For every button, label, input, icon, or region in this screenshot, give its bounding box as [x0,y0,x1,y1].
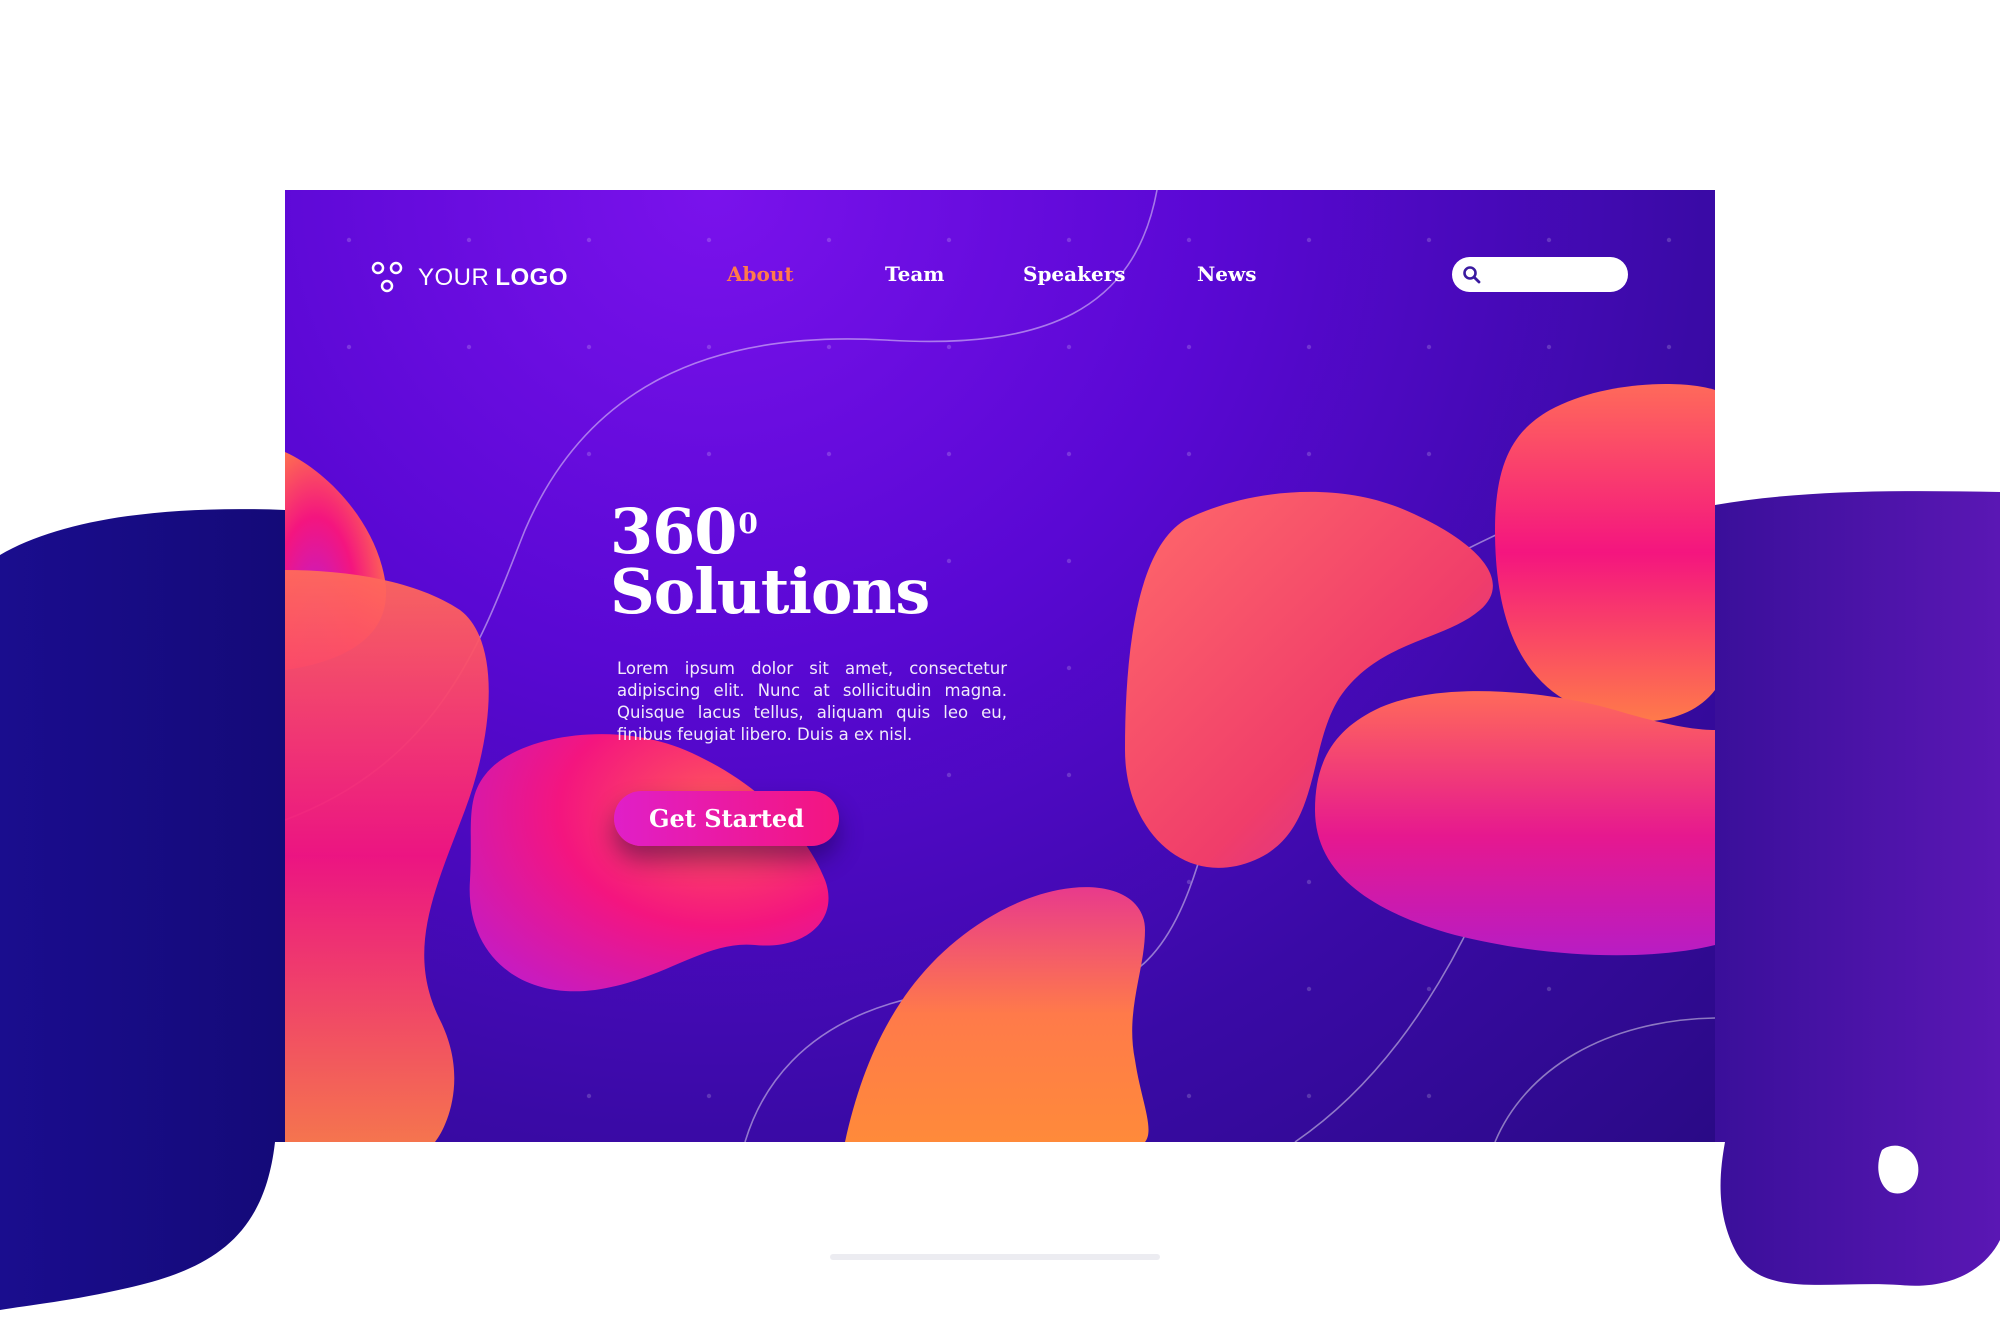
blob-bottom-center [845,887,1149,1142]
left-side-shape [0,509,285,1310]
hero-title-superscript: 0 [738,507,758,540]
right-side-shape [1715,491,2000,1286]
blob-right-bottom [1315,691,1715,956]
blob-center-left [469,734,829,992]
watermark-mark [830,1254,1160,1260]
nav-item-about[interactable]: About [727,262,794,286]
hero-title: 3600 Solutions [610,501,930,628]
nav-item-team[interactable]: Team [885,262,944,286]
nav-item-news[interactable]: News [1197,262,1256,286]
search-bar[interactable] [1452,257,1628,292]
search-input[interactable] [1488,259,1622,290]
hero-title-line2: Solutions [610,555,930,628]
nav-item-speakers[interactable]: Speakers [1023,262,1126,286]
get-started-button[interactable]: Get Started [614,791,839,846]
blob-left-tall [285,570,489,1142]
hero-title-line1: 3600 [610,501,929,563]
hero-description: Lorem ipsum dolor sit amet, consectetur … [617,659,1007,744]
landing-page-card: YOUR LOGO About Team Speakers News 3600 … [285,190,1715,1142]
blob-right-top [1495,384,1715,722]
page-stage: YOUR LOGO About Team Speakers News 3600 … [0,0,2000,1333]
search-icon[interactable] [1462,265,1482,285]
